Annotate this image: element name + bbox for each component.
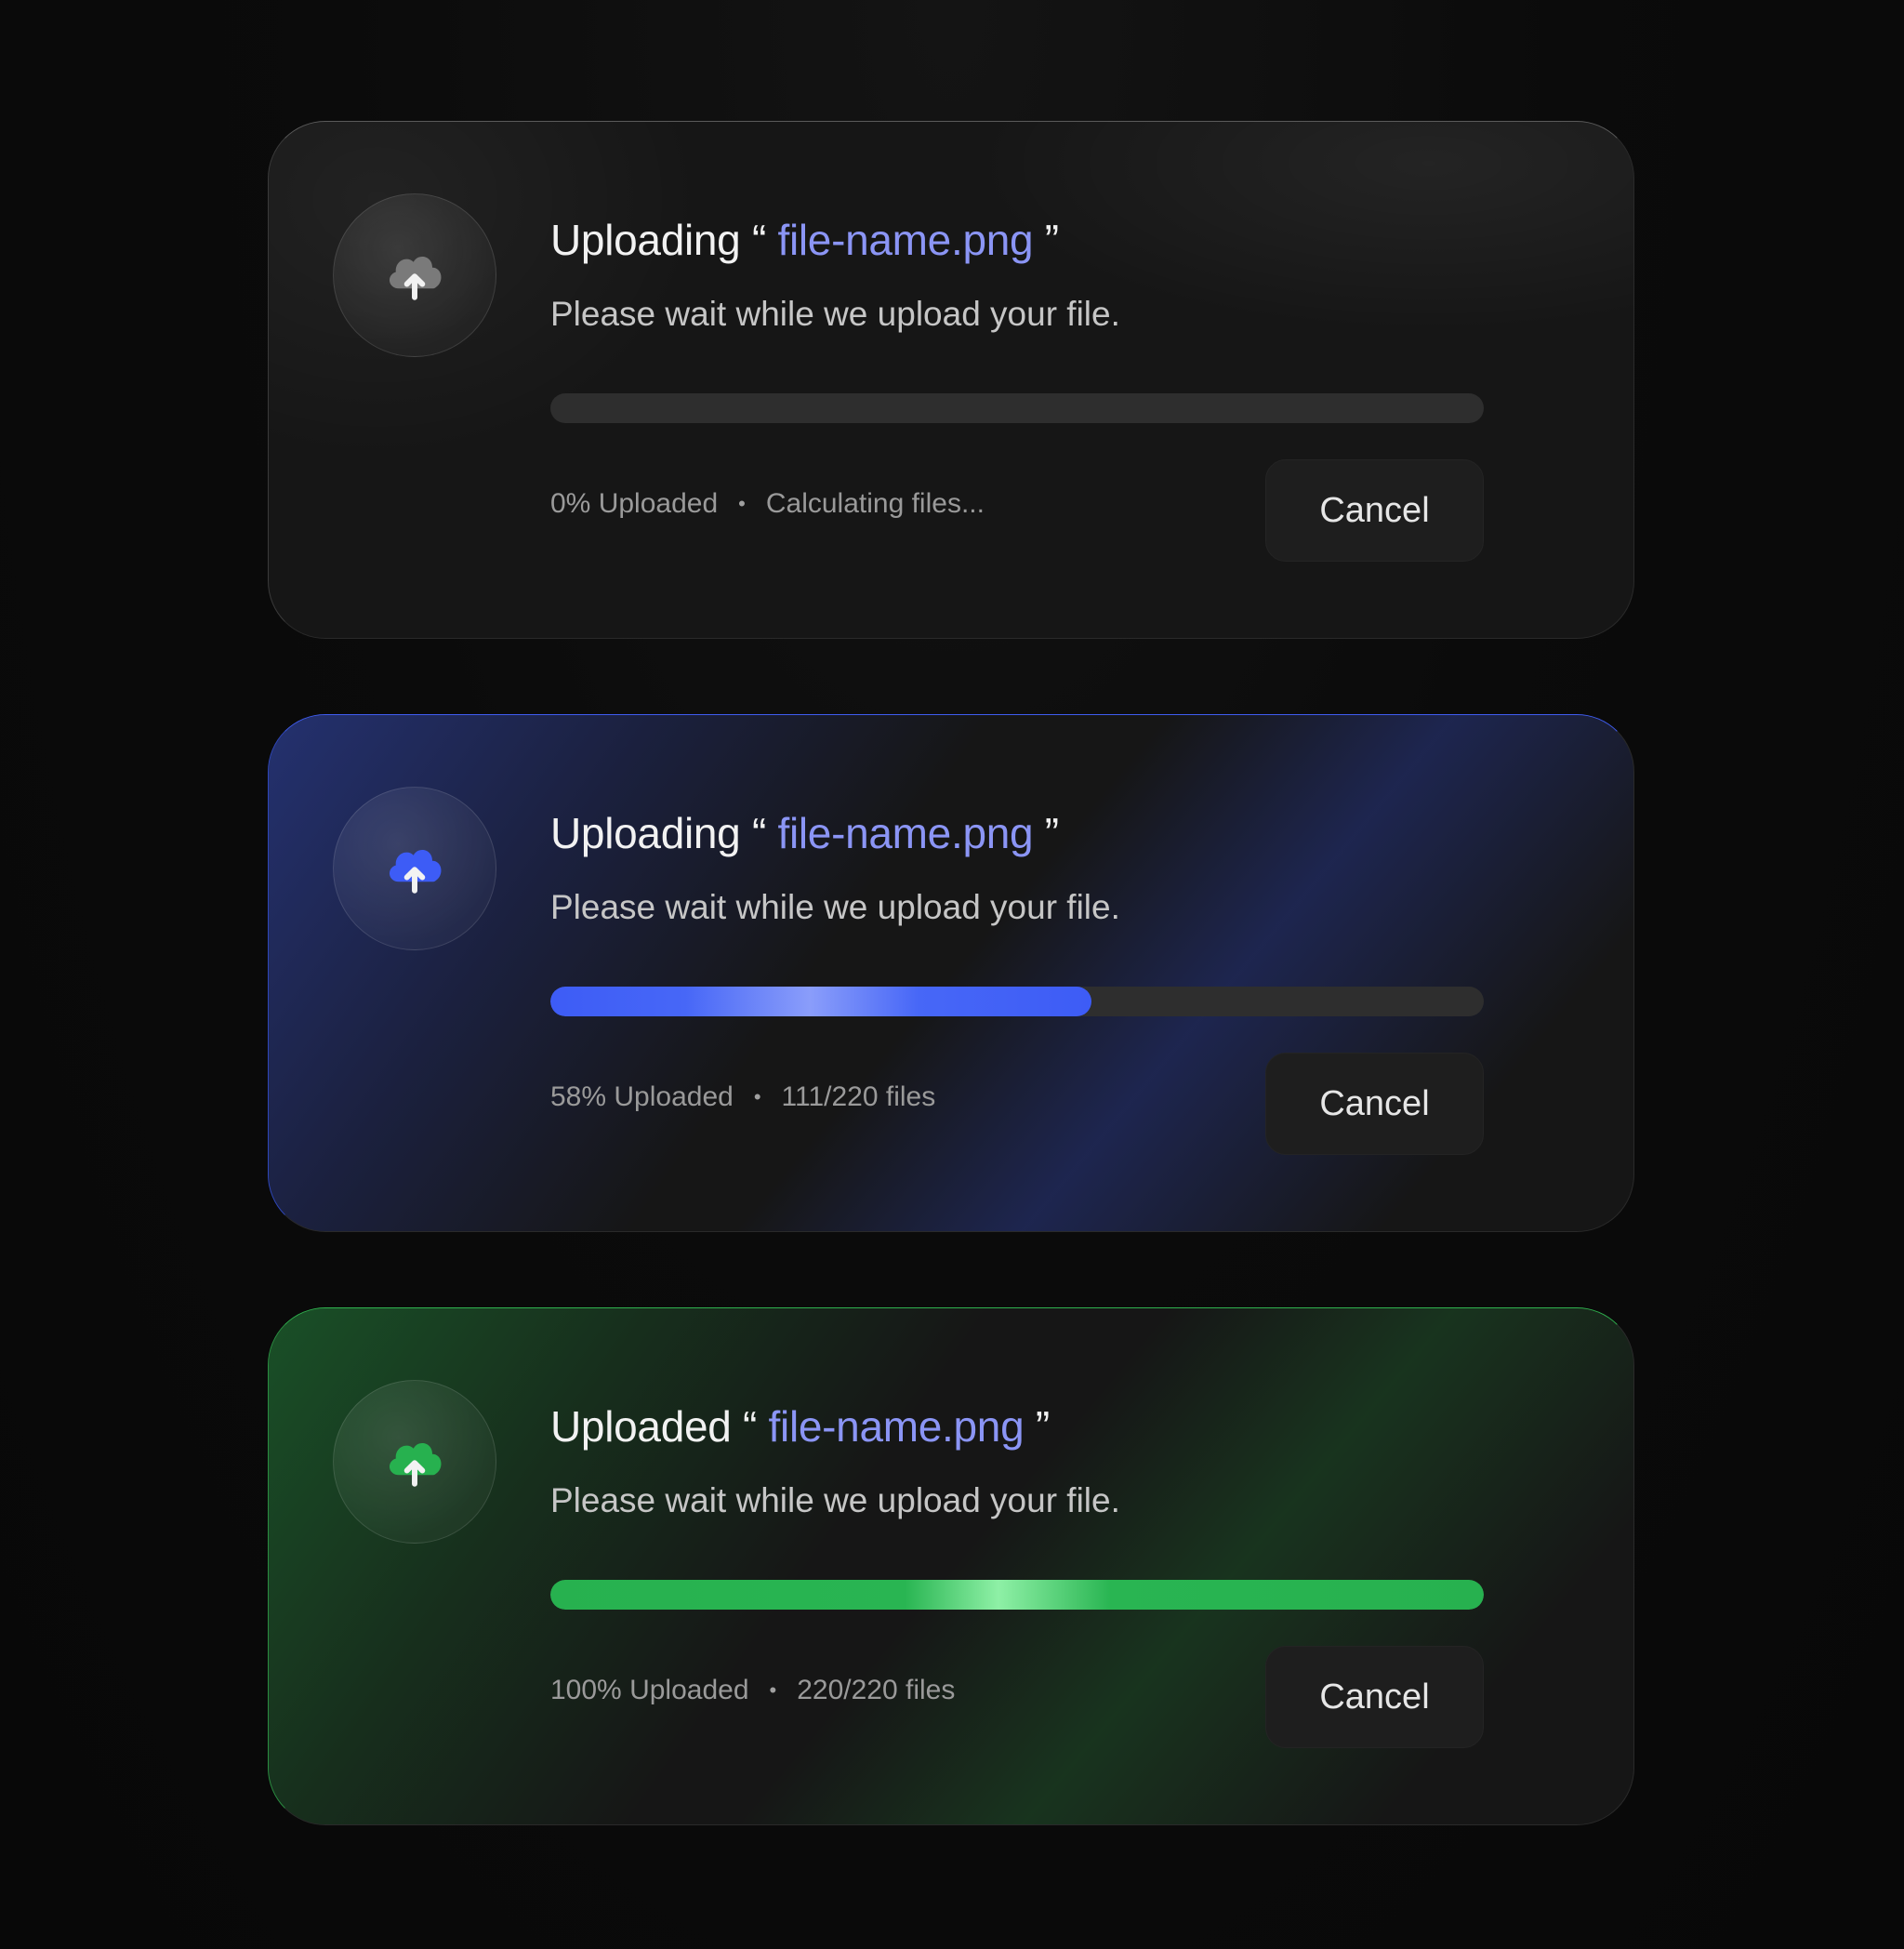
upload-title: Uploading “ file-name.png ” xyxy=(550,808,1059,858)
upload-status: 58% Uploaded • 111/220 files xyxy=(550,1081,935,1113)
close-quote: ” xyxy=(1044,809,1059,857)
upload-title: Uploaded “ file-name.png ” xyxy=(550,1401,1050,1452)
upload-card-pending: Uploading “ file-name.png ” Please wait … xyxy=(268,121,1634,639)
cancel-button[interactable]: Cancel xyxy=(1265,459,1484,562)
progress-fill xyxy=(550,1580,1484,1610)
title-prefix: Uploading xyxy=(550,216,741,264)
upload-icon-badge xyxy=(333,1380,496,1544)
separator-dot: • xyxy=(738,492,746,515)
separator-dot: • xyxy=(769,1678,777,1702)
percent-label: 58% Uploaded xyxy=(550,1081,734,1112)
open-quote: “ xyxy=(751,216,766,264)
files-label: 220/220 files xyxy=(797,1675,956,1705)
progress-track xyxy=(550,987,1484,1016)
progress-track xyxy=(550,393,1484,423)
progress-track xyxy=(550,1580,1484,1610)
file-name: file-name.png xyxy=(777,216,1034,264)
close-quote: ” xyxy=(1035,1402,1050,1451)
cancel-button[interactable]: Cancel xyxy=(1265,1053,1484,1155)
close-quote: ” xyxy=(1044,216,1059,264)
cloud-upload-icon xyxy=(389,1442,442,1487)
progress-fill xyxy=(550,987,1092,1016)
upload-card-in-progress: Uploading “ file-name.png ” Please wait … xyxy=(268,714,1634,1232)
cloud-upload-icon xyxy=(389,849,442,894)
upload-subtitle: Please wait while we upload your file. xyxy=(550,888,1120,926)
open-quote: “ xyxy=(743,1402,758,1451)
upload-subtitle: Please wait while we upload your file. xyxy=(550,1481,1120,1519)
title-prefix: Uploaded xyxy=(550,1402,732,1451)
percent-label: 0% Uploaded xyxy=(550,488,719,519)
files-label: 111/220 files xyxy=(781,1081,936,1112)
upload-title: Uploading “ file-name.png ” xyxy=(550,215,1059,265)
cloud-upload-icon xyxy=(389,256,442,300)
open-quote: “ xyxy=(751,809,766,857)
file-name: file-name.png xyxy=(768,1402,1025,1451)
upload-status: 0% Uploaded • Calculating files... xyxy=(550,488,985,520)
title-prefix: Uploading xyxy=(550,809,741,857)
file-name: file-name.png xyxy=(777,809,1034,857)
files-label: Calculating files... xyxy=(765,488,985,519)
percent-label: 100% Uploaded xyxy=(550,1675,749,1705)
cancel-button[interactable]: Cancel xyxy=(1265,1646,1484,1748)
upload-icon-badge xyxy=(333,787,496,950)
upload-subtitle: Please wait while we upload your file. xyxy=(550,295,1120,333)
upload-status: 100% Uploaded • 220/220 files xyxy=(550,1675,955,1706)
upload-card-complete: Uploaded “ file-name.png ” Please wait w… xyxy=(268,1307,1634,1825)
upload-icon-badge xyxy=(333,193,496,357)
separator-dot: • xyxy=(753,1085,761,1108)
